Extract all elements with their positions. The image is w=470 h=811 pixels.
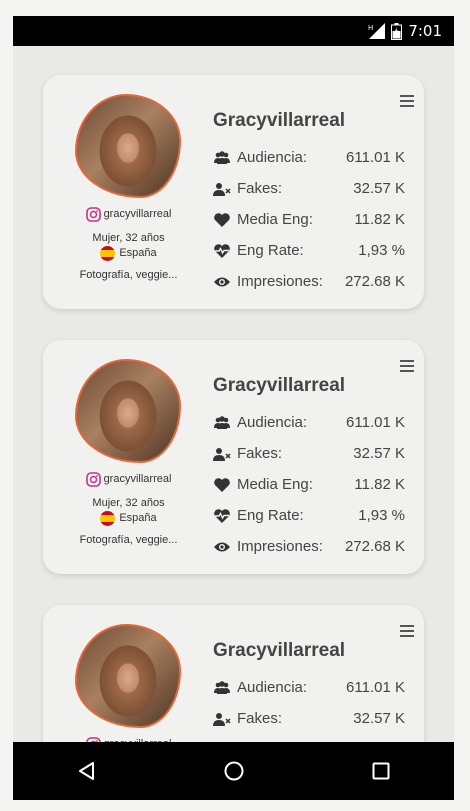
- stat-value: 611.01 K: [346, 679, 405, 696]
- influencer-name[interactable]: Gracyvillarreal: [213, 110, 345, 132]
- spain-flag-icon: [100, 246, 116, 261]
- stat-row: Impresiones: 272.68 K: [213, 266, 405, 297]
- demographic: Mujer, 32 años: [92, 232, 165, 244]
- influencer-card[interactable]: gracyvillarreal Mujer, 32 años España Fo…: [43, 340, 424, 574]
- audience-icon: [213, 150, 231, 166]
- back-icon[interactable]: [76, 760, 98, 782]
- stat-label: Audiencia:: [237, 679, 308, 696]
- instagram-icon: [85, 207, 101, 222]
- svg-text:H: H: [368, 24, 373, 32]
- signal-icon: H: [368, 23, 386, 39]
- stat-value: 272.68 K: [344, 538, 405, 555]
- recents-icon[interactable]: [370, 760, 392, 782]
- navigation-bar: [13, 742, 454, 800]
- clock: 7:01: [408, 22, 442, 40]
- heartbeat-icon: [213, 508, 231, 524]
- stat-label: Fakes:: [237, 710, 283, 727]
- country: España: [119, 247, 157, 259]
- stat-value: 11.82 K: [354, 476, 405, 493]
- stat-label: Impresiones:: [237, 538, 323, 555]
- stat-label: Media Eng:: [237, 211, 313, 228]
- stat-row: Media Eng:11.82 K: [213, 734, 405, 742]
- home-icon[interactable]: [223, 760, 245, 782]
- stat-value: 32.57 K: [353, 710, 405, 727]
- stat-label: Impresiones:: [237, 273, 323, 290]
- stat-row: Audiencia: 611.01 K: [213, 142, 405, 173]
- handle[interactable]: gracyvillarreal: [104, 207, 172, 222]
- stat-row: Eng Rate: 1,93 %: [213, 235, 405, 266]
- influencer-card[interactable]: gracyvillarreal Mujer, 32 años España Fo…: [43, 605, 424, 742]
- heartbeat-icon: [213, 243, 231, 259]
- avatar: [75, 359, 181, 463]
- stat-value: 272.68 K: [344, 273, 405, 290]
- fake-user-icon: [213, 181, 231, 197]
- stats-list: Audiencia: 611.01 K Fakes: 32.57 K Media Eng…: [213, 407, 405, 562]
- menu-icon[interactable]: [400, 360, 414, 372]
- fake-user-icon: [213, 446, 231, 462]
- stat-label: Audiencia:: [237, 149, 308, 166]
- stat-value: 1,93 %: [358, 242, 405, 259]
- stat-row: Audiencia: 611.01 K: [213, 672, 405, 703]
- tags: Fotografía, veggie...: [79, 534, 178, 546]
- eye-icon: [213, 274, 231, 290]
- stat-value: 32.57 K: [353, 445, 405, 462]
- stat-row: Eng Rate: 1,93 %: [213, 500, 405, 531]
- menu-icon[interactable]: [400, 625, 414, 637]
- heart-icon: [213, 477, 231, 493]
- country: España: [119, 512, 157, 524]
- stat-row: Fakes: 32.57 K: [213, 173, 405, 204]
- demographic: Mujer, 32 años: [92, 497, 165, 509]
- handle[interactable]: gracyvillarreal: [104, 472, 172, 487]
- stat-label: Media Eng:: [237, 476, 313, 493]
- eye-icon: [213, 539, 231, 555]
- status-bar: H 7:01: [13, 16, 454, 46]
- influencer-card[interactable]: gracyvillarreal Mujer, 32 años España Fo…: [43, 75, 424, 309]
- stat-row: Fakes: 32.57 K: [213, 703, 405, 734]
- stat-label: Eng Rate:: [237, 507, 304, 524]
- stat-label: Fakes:: [237, 180, 283, 197]
- stat-row: Audiencia: 611.01 K: [213, 407, 405, 438]
- stat-value: 11.82 K: [354, 211, 405, 228]
- stat-label: Eng Rate:: [237, 242, 304, 259]
- stat-row: Fakes: 32.57 K: [213, 438, 405, 469]
- spain-flag-icon: [100, 511, 116, 526]
- stat-value: 1,93 %: [358, 507, 405, 524]
- stat-value: 611.01 K: [346, 149, 405, 166]
- stat-row: Media Eng: 11.82 K: [213, 469, 405, 500]
- stat-value: 32.57 K: [353, 180, 405, 197]
- menu-icon[interactable]: [400, 95, 414, 107]
- influencer-list[interactable]: gracyvillarreal Mujer, 32 años España Fo…: [13, 46, 454, 742]
- avatar: [75, 94, 181, 198]
- influencer-name[interactable]: Gracyvillarreal: [213, 375, 345, 397]
- fake-user-icon: [213, 711, 231, 727]
- heart-icon: [213, 212, 231, 228]
- stats-list: Audiencia: 611.01 K Fakes: 32.57 K Media Eng…: [213, 672, 405, 742]
- stat-row: Media Eng: 11.82 K: [213, 204, 405, 235]
- phone-screen: H 7:01 gracyvillarreal Mujer, 32 años Es…: [13, 16, 454, 800]
- audience-icon: [213, 415, 231, 431]
- avatar: [75, 624, 181, 728]
- audience-icon: [213, 680, 231, 696]
- tags: Fotografía, veggie...: [79, 269, 178, 281]
- influencer-name[interactable]: Gracyvillarreal: [213, 640, 345, 662]
- stat-label: Fakes:: [237, 445, 283, 462]
- stat-label: Audiencia:: [237, 414, 308, 431]
- stat-row: Impresiones: 272.68 K: [213, 531, 405, 562]
- stat-value: 611.01 K: [346, 414, 405, 431]
- battery-icon: [391, 22, 403, 40]
- stats-list: Audiencia: 611.01 K Fakes: 32.57 K Media Eng…: [213, 142, 405, 297]
- instagram-icon: [85, 472, 101, 487]
